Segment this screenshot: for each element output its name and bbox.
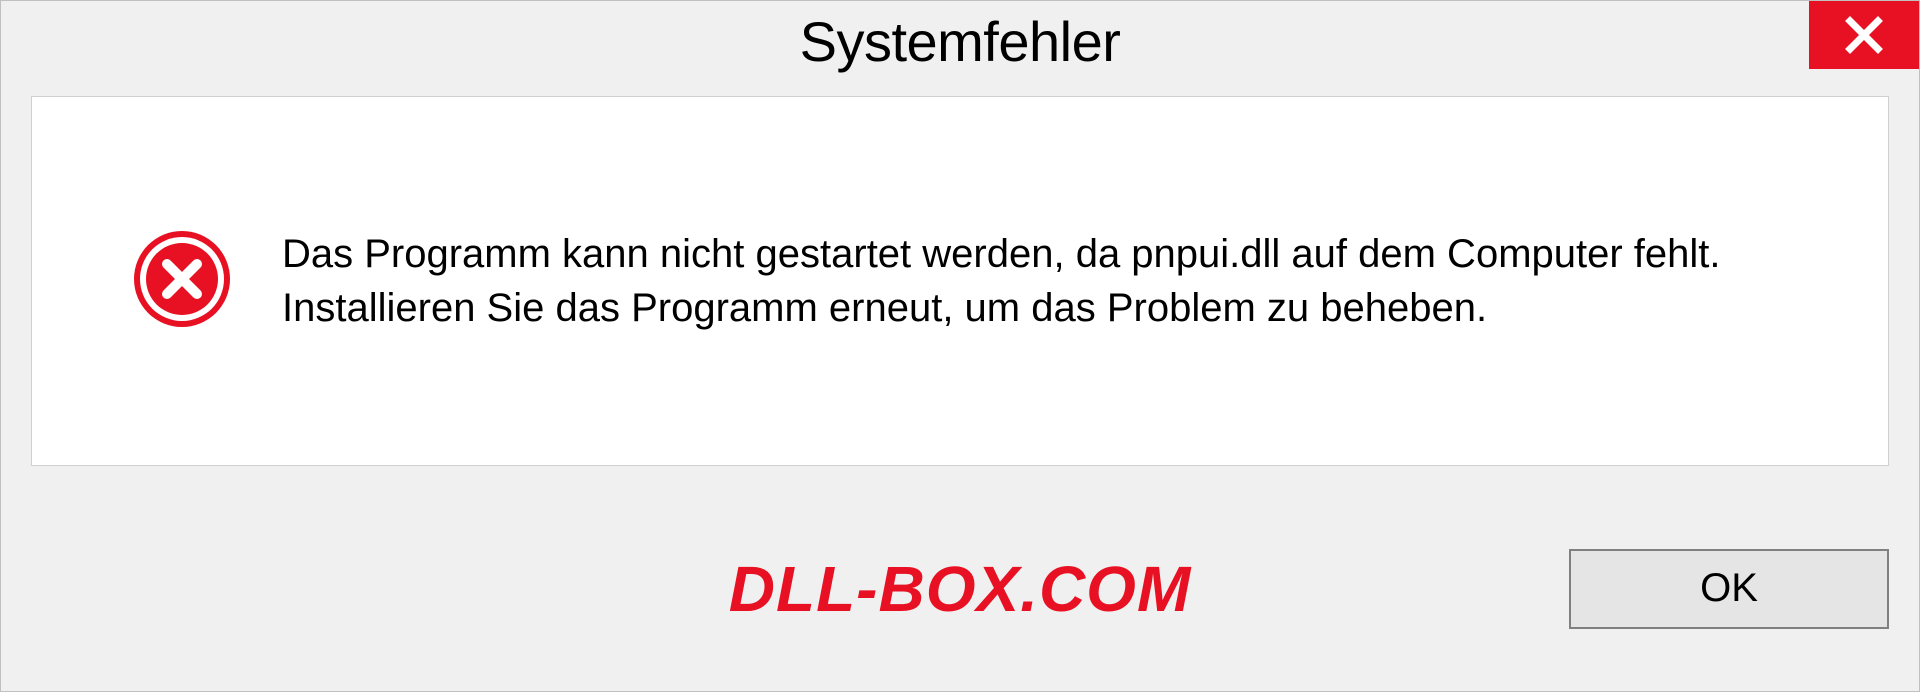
error-icon — [132, 229, 232, 334]
error-dialog: Systemfehler Das Programm kann nicht ges… — [0, 0, 1920, 692]
close-icon — [1843, 14, 1885, 56]
close-button[interactable] — [1809, 1, 1919, 69]
ok-button[interactable]: OK — [1569, 549, 1889, 629]
content-panel: Das Programm kann nicht gestartet werden… — [31, 96, 1889, 466]
dialog-footer: DLL-BOX.COM OK — [1, 486, 1919, 691]
titlebar: Systemfehler — [1, 1, 1919, 96]
dialog-title: Systemfehler — [800, 9, 1121, 74]
watermark-text: DLL-BOX.COM — [729, 552, 1192, 626]
error-message: Das Programm kann nicht gestartet werden… — [282, 227, 1828, 335]
